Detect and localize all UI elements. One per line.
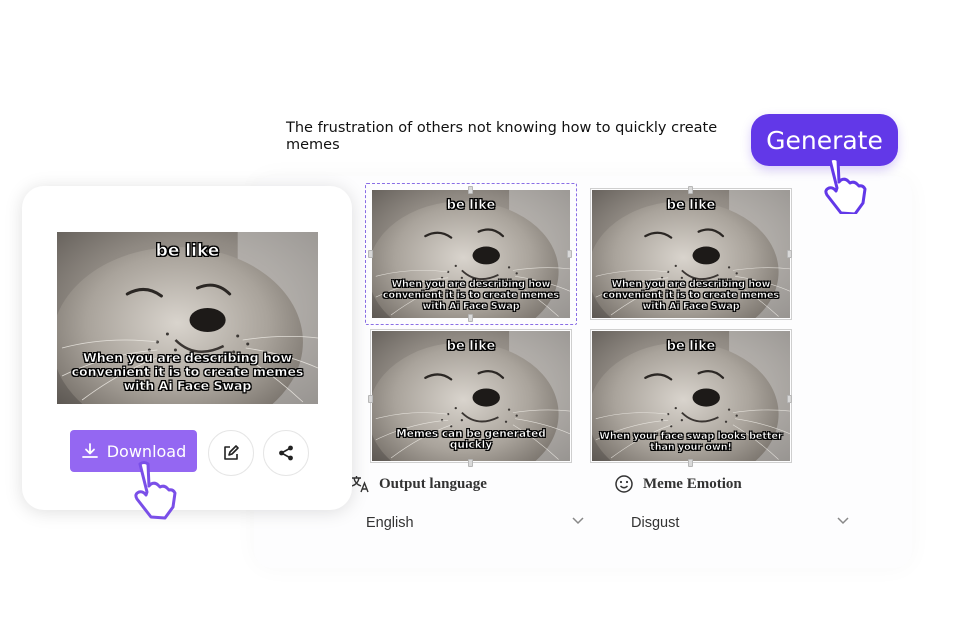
meme-bottom-text: When you are describing how convenient i… (382, 279, 560, 312)
meme-top-text: be like (446, 339, 496, 355)
meme-emotion-select[interactable]: Disgust (631, 506, 853, 540)
pointer-hand-icon (134, 461, 177, 520)
edit-button[interactable] (208, 430, 254, 476)
meme-emotion-label: Meme Emotion (643, 476, 742, 492)
meme-top-text: be like (666, 339, 716, 355)
download-label: Download (106, 441, 187, 461)
share-icon (279, 445, 293, 461)
output-language-select[interactable]: English (366, 506, 588, 540)
smiley-icon (615, 475, 633, 493)
output-language-value: English (366, 515, 414, 531)
chevron-down-icon[interactable] (836, 516, 850, 526)
resize-handle[interactable] (567, 250, 572, 258)
translate-icon (351, 476, 369, 493)
resize-handle[interactable] (368, 250, 373, 258)
meme-bottom-text: When you are describing how convenient i… (71, 350, 304, 393)
resize-handle[interactable] (688, 186, 693, 194)
edit-icon (224, 445, 239, 460)
resize-handle[interactable] (468, 314, 473, 322)
resize-handle[interactable] (787, 395, 792, 403)
resize-handle[interactable] (688, 459, 693, 467)
meme-variant-3[interactable]: be like Memes can be generated quickly (372, 331, 570, 461)
meme-bottom-text: When you are describing how convenient i… (602, 279, 780, 312)
meme-top-text: be like (155, 241, 220, 262)
resize-handle[interactable] (468, 459, 473, 467)
meme-bottom-text: When your face swap looks better than yo… (599, 431, 783, 453)
meme-variant-4[interactable]: be like When your face swap looks better… (592, 331, 790, 461)
resize-handle[interactable] (787, 250, 792, 258)
meme-bottom-text: Memes can be generated quickly (396, 428, 546, 451)
meme-top-text: be like (446, 198, 496, 214)
download-icon (81, 443, 98, 458)
result-meme: be like When you are describing how conv… (57, 232, 318, 404)
meme-variant-2[interactable]: be like When you are describing how conv… (592, 190, 790, 318)
meme-prompt-text: The frustration of others not knowing ho… (286, 120, 718, 153)
meme-top-text: be like (666, 198, 716, 214)
share-button[interactable] (263, 430, 309, 476)
meme-variant-1[interactable]: be like When you are describing how conv… (372, 190, 570, 318)
output-language-label: Output language (379, 476, 487, 492)
resize-handle[interactable] (368, 395, 373, 403)
chevron-down-icon[interactable] (571, 516, 585, 526)
meme-emotion-value: Disgust (631, 515, 680, 531)
result-card: be like When you are describing how conv… (22, 186, 352, 510)
pointer-hand-icon (824, 157, 867, 214)
resize-handle[interactable] (468, 186, 473, 194)
